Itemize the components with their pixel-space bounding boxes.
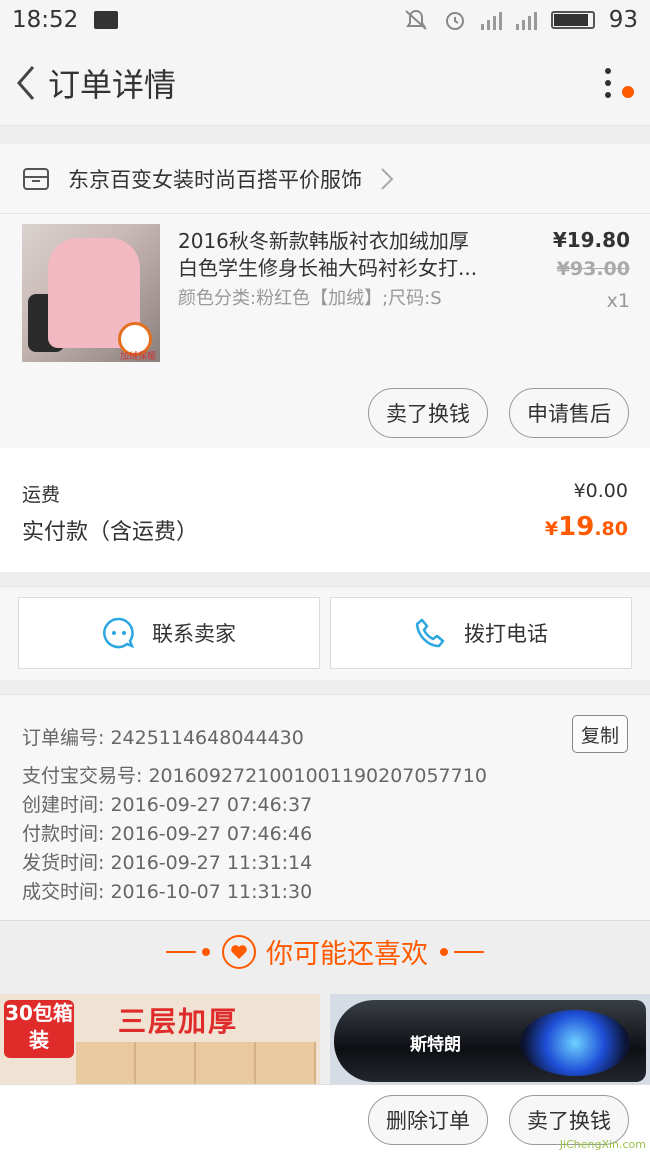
paid-label: 实付款（含运费） xyxy=(22,520,199,545)
call-phone-button[interactable]: 拨打电话 xyxy=(330,597,632,669)
back-arrow-icon[interactable] xyxy=(4,40,48,126)
paid-amount: ¥19.80 xyxy=(544,512,628,542)
notification-dot xyxy=(622,86,634,98)
call-phone-label: 拨打电话 xyxy=(464,622,548,646)
signal-icon xyxy=(480,10,502,30)
chat-bubble-icon xyxy=(102,616,136,650)
created-time: 创建时间: 2016-09-27 07:46:37 xyxy=(22,794,313,816)
recommend-headline: 三层加厚 xyxy=(118,1005,239,1038)
after-sale-button[interactable]: 申请售后 xyxy=(509,388,629,438)
page-title: 订单详情 xyxy=(48,65,177,104)
phone-icon xyxy=(414,616,448,650)
bottom-action-bar: 删除订单 卖了换钱 JiChengXin.com xyxy=(0,1084,650,1155)
shipping-label: 运费 xyxy=(22,484,61,506)
contact-seller-button[interactable]: 联系卖家 xyxy=(18,597,320,669)
shop-row[interactable]: 东京百变女装时尚百搭平价服饰 xyxy=(0,144,650,214)
completed-time: 成交时间: 2016-10-07 11:31:30 xyxy=(22,881,313,903)
paid-time: 付款时间: 2016-09-27 07:46:46 xyxy=(22,823,313,845)
signal-4g-icon xyxy=(515,10,537,30)
order-item[interactable]: 加绒保暖 2016秋冬新款韩版衬衣加绒加厚 白色学生修身长袖大码衬衫女打... … xyxy=(0,214,650,448)
original-price: ¥93.00 xyxy=(556,258,630,280)
recommend-card[interactable]: 斯特朗 xyxy=(330,994,650,1086)
contact-seller-label: 联系卖家 xyxy=(152,622,236,646)
chevron-right-icon xyxy=(381,167,394,190)
alarm-icon xyxy=(445,12,464,30)
quantity: x1 xyxy=(606,290,630,312)
alipay-trade-number: 支付宝交易号: 2016092721001001190207057710 xyxy=(22,765,487,787)
shop-name: 东京百变女装时尚百搭平价服饰 xyxy=(68,167,362,192)
thumbnail-badge: 加绒保暖 xyxy=(120,352,157,362)
pack-tag: 30包箱装 xyxy=(4,1000,74,1058)
mute-icon xyxy=(405,9,427,30)
battery-level: 93 xyxy=(608,7,638,33)
watermark: JiChengXin.com xyxy=(559,1138,646,1151)
product-image xyxy=(76,1042,316,1086)
product-thumbnail[interactable]: 加绒保暖 xyxy=(22,224,160,362)
order-info: 订单编号: 2425114648044430 复制 支付宝交易号: 201609… xyxy=(0,694,650,920)
product-brand: 斯特朗 xyxy=(410,1035,461,1055)
copy-button[interactable]: 复制 xyxy=(572,715,628,753)
product-title[interactable]: 2016秋冬新款韩版衬衣加绒加厚 白色学生修身长袖大码衬衫女打... xyxy=(178,228,508,282)
sell-for-cash-button[interactable]: 卖了换钱 xyxy=(368,388,488,438)
recommend-card[interactable]: 30包箱装 三层加厚 xyxy=(0,994,320,1086)
nav-bar: 订单详情 xyxy=(0,40,650,126)
recommend-header: 你可能还喜欢 xyxy=(0,920,650,982)
battery-icon xyxy=(550,11,595,29)
product-price: ¥19.80 xyxy=(552,228,630,252)
shipped-time: 发货时间: 2016-09-27 11:31:14 xyxy=(22,852,313,874)
delete-order-button[interactable]: 删除订单 xyxy=(368,1095,488,1145)
recommend-title: 你可能还喜欢 xyxy=(266,939,428,970)
shipping-value: ¥0.00 xyxy=(573,480,628,502)
order-number: 订单编号: 2425114648044430 xyxy=(22,727,304,749)
notification-image-icon xyxy=(94,11,119,29)
store-icon xyxy=(23,167,49,190)
more-menu-icon[interactable] xyxy=(588,40,628,126)
status-bar: 18:52 93 xyxy=(0,0,650,40)
fee-summary: 运费 ¥0.00 实付款（含运费） ¥19.80 xyxy=(0,448,650,572)
product-sku: 颜色分类:粉红色【加绒】;尺码:S xyxy=(178,288,442,309)
heart-icon xyxy=(222,934,256,969)
contact-bar: 联系卖家 拨打电话 xyxy=(0,586,650,680)
clock: 18:52 xyxy=(12,7,79,33)
